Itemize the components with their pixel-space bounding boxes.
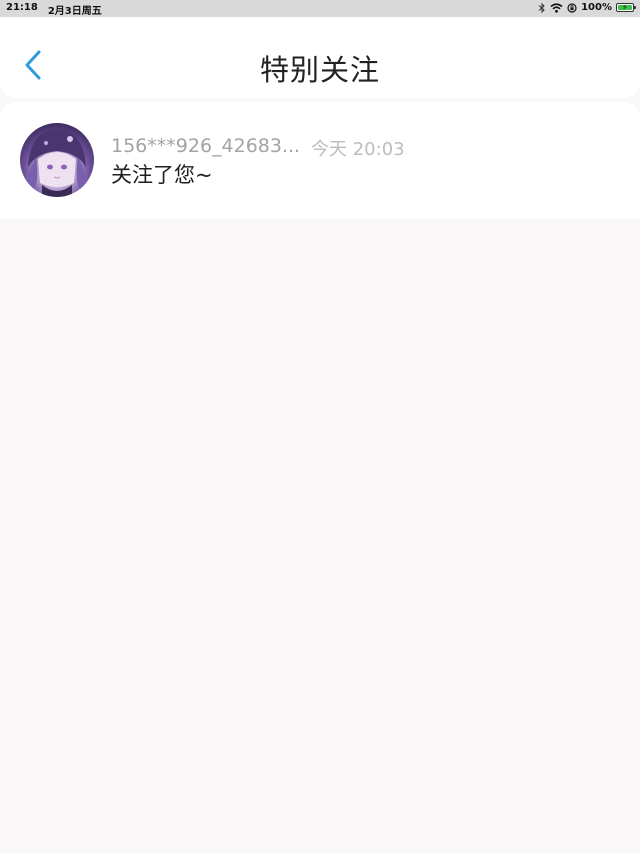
avatar[interactable] — [20, 123, 94, 197]
charging-icon: ⚡ — [622, 3, 628, 12]
wifi-icon — [550, 2, 563, 13]
battery-percent: 100% — [581, 2, 612, 13]
status-right: 100% ⚡ — [538, 2, 636, 13]
status-left: 21:18 2月3日周五 — [6, 2, 102, 17]
status-bar: 21:18 2月3日周五 100% ⚡ — [0, 0, 640, 17]
bluetooth-icon — [538, 2, 546, 13]
follow-list: 156***926_42683... 今天 20:03 关注了您~ — [0, 102, 640, 218]
status-date: 2月3日周五 — [47, 6, 102, 17]
nav-header: 特别关注 — [0, 17, 640, 98]
orientation-lock-icon — [567, 2, 577, 13]
status-time: 21:18 — [6, 2, 38, 13]
page-title: 特别关注 — [259, 53, 380, 87]
username: 156***926_42683... — [111, 135, 301, 157]
message-text: 关注了您~ — [111, 163, 213, 187]
list-item[interactable]: 156***926_42683... 今天 20:03 关注了您~ — [0, 102, 640, 218]
timestamp: 今天 20:03 — [311, 139, 405, 160]
battery-icon: ⚡ — [616, 3, 636, 12]
avatar-icon — [24, 129, 90, 197]
battery-cap — [634, 6, 636, 9]
